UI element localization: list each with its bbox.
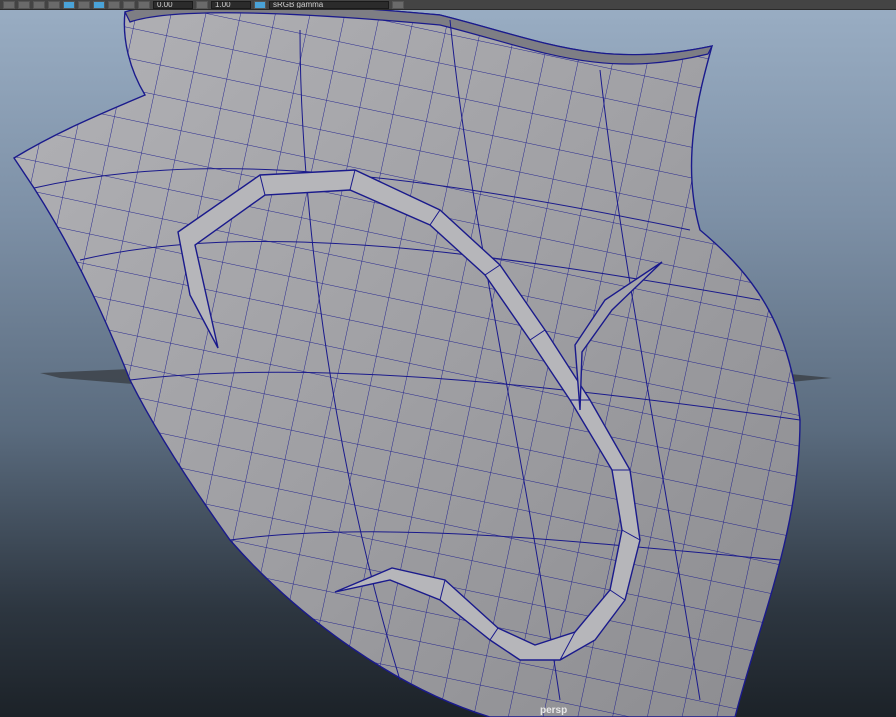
colorspace-dropdown-icon[interactable] — [392, 0, 404, 9]
camera-label: persp — [540, 705, 568, 716]
gamma-field[interactable]: 1.00 — [211, 0, 251, 9]
smooth-shade-icon[interactable] — [33, 0, 45, 9]
colorspace-dropdown[interactable]: sRGB gamma — [269, 0, 389, 9]
light-icon[interactable] — [63, 0, 75, 9]
mesh-body[interactable] — [13, 2, 801, 717]
colorspace-icon — [254, 0, 266, 9]
xray-icon[interactable] — [108, 0, 120, 9]
exposure-icon[interactable] — [138, 0, 150, 9]
3d-viewport[interactable]: 0.00 1.00 sRGB gamma persp — [0, 0, 896, 717]
mesh-render[interactable] — [0, 0, 896, 717]
texture-icon[interactable] — [48, 0, 60, 9]
viewport-toolbar: 0.00 1.00 sRGB gamma — [0, 0, 896, 10]
wireframe-icon[interactable] — [18, 0, 30, 9]
gamma-icon[interactable] — [196, 0, 208, 9]
exposure-field[interactable]: 0.00 — [153, 0, 193, 9]
shadow-icon[interactable] — [78, 0, 90, 9]
isolate-icon[interactable] — [93, 0, 105, 9]
camera-icon[interactable] — [123, 0, 135, 9]
grid-icon[interactable] — [3, 0, 15, 9]
